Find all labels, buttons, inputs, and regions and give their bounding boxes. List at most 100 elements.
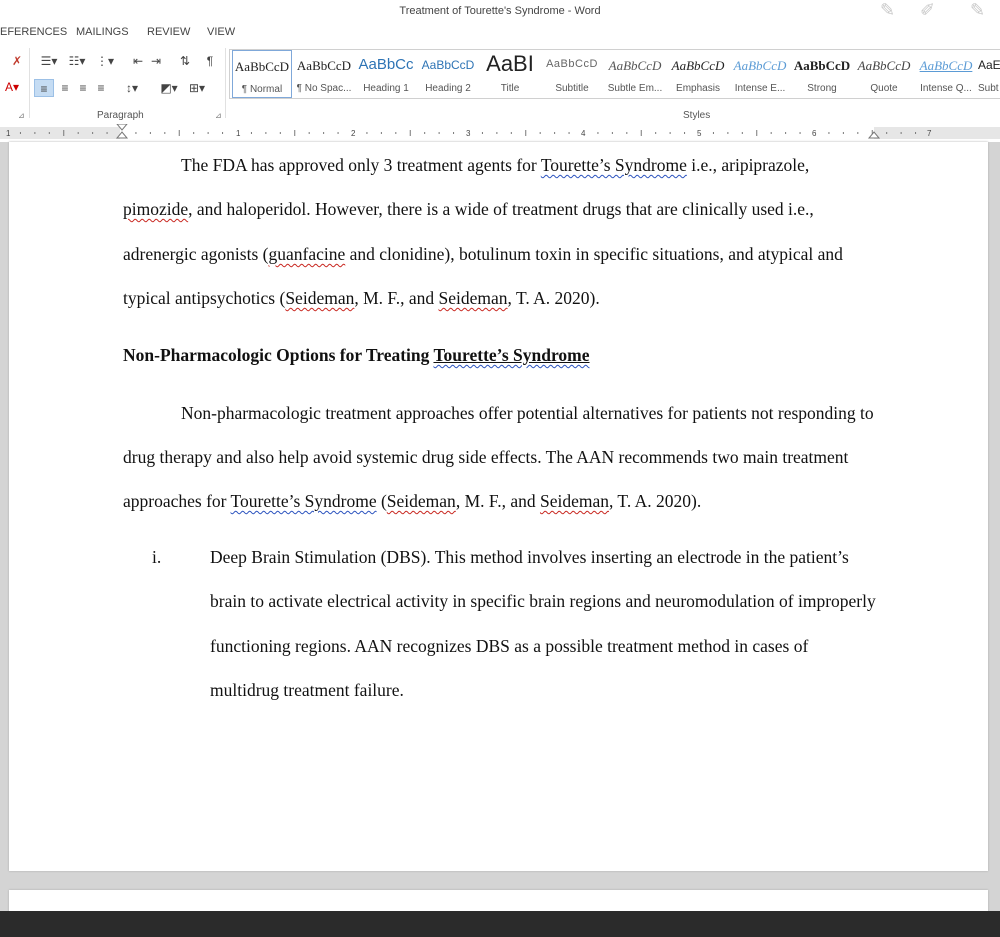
font-dialog-launcher-icon[interactable]: ⊿	[18, 111, 25, 120]
clear-formatting-icon[interactable]: ✗	[8, 52, 26, 70]
ribbon-separator	[225, 48, 226, 118]
style-name: Heading 1	[363, 83, 409, 94]
font-color-button[interactable]: A▾	[0, 78, 24, 96]
paragraph-line: The FDA has approved only 3 treatment ag…	[181, 155, 809, 176]
pencil-decoration-icon: ✎	[880, 0, 896, 21]
ribbon: ✗ A▾ ⊿ ☰▾ ☷▾ ⋮▾ ⇤ ⇥ ⇅ ¶ ≡ ≡ ≡ ≡ ↕▾ ◩▾ ⊞▾…	[0, 44, 1000, 125]
style-subtle-emphasis[interactable]: AaBbCcD Subtle Em...	[604, 50, 666, 98]
ruler-graphic: 1 1 2 3 4 5 6 7	[0, 124, 1000, 139]
style-preview: AaBbCcD	[733, 58, 787, 73]
pen-decoration-icon: ✐	[920, 0, 936, 21]
style-preview: AaBbCc	[358, 56, 414, 73]
shading-icon[interactable]: ◩▾	[156, 79, 182, 97]
justify-icon[interactable]: ≡	[92, 79, 110, 97]
sort-icon[interactable]: ⇅	[176, 52, 194, 70]
paragraph-line: drug therapy and also help avoid systemi…	[123, 447, 848, 468]
title-bar: Treatment of Tourette's Syndrome - Word …	[0, 0, 1000, 22]
bullets-icon[interactable]: ☰▾	[36, 52, 62, 70]
multilevel-list-icon[interactable]: ⋮▾	[92, 52, 118, 70]
style-strong[interactable]: AaBbCcD Strong	[792, 50, 852, 98]
horizontal-ruler[interactable]: 1 1 2 3 4 5 6 7	[0, 124, 1000, 143]
paragraph-line: pimozide, and haloperidol. However, ther…	[123, 199, 814, 220]
list-item-line: functioning regions. AAN recognizes DBS …	[210, 636, 808, 657]
text-run: approaches for	[123, 491, 231, 511]
style-name: Heading 2	[425, 83, 471, 94]
paragraph-line: typical antipsychotics (Seideman, M. F.,…	[123, 288, 600, 309]
style-title[interactable]: AaBI Title	[480, 50, 540, 98]
style-heading-1[interactable]: AaBbCc Heading 1	[356, 50, 416, 98]
ruler-number: 2	[351, 129, 356, 138]
style-subtle-reference[interactable]: AaE Subt	[978, 50, 1000, 98]
style-preview: AaBbCcD	[793, 58, 851, 73]
style-normal[interactable]: AaBbCcD ¶ Normal	[232, 50, 292, 98]
ruler-number: 7	[927, 129, 932, 138]
ruler-number: 5	[697, 129, 702, 138]
decrease-indent-icon[interactable]: ⇤	[130, 52, 146, 70]
style-preview: AaBI	[486, 51, 534, 76]
ruler-number: 3	[466, 129, 471, 138]
ruler-number: 4	[581, 129, 586, 138]
document-page[interactable]: The FDA has approved only 3 treatment ag…	[9, 142, 988, 871]
text-run: i.e., aripiprazole,	[686, 155, 810, 175]
text-run: drug therapy and also help avoid systemi…	[123, 447, 849, 467]
style-subtitle[interactable]: AaBbCcD Subtitle	[542, 50, 602, 98]
text-run: Non-Pharmacologic Options for Treating	[123, 345, 434, 365]
style-intense-quote[interactable]: AaBbCcD Intense Q...	[916, 50, 976, 98]
line-spacing-icon[interactable]: ↕▾	[118, 79, 146, 97]
styles-group-label: Styles	[683, 110, 711, 121]
style-name: Intense Q...	[920, 83, 972, 94]
text-run-grammar-flag: Tourette’s Syndrome	[540, 155, 687, 175]
style-preview: AaE	[978, 58, 1000, 72]
style-name: ¶ No Spac...	[296, 83, 352, 94]
text-run: multidrug treatment failure.	[210, 680, 404, 700]
text-run-grammar-flag: Tourette’s Syndrome	[433, 345, 590, 365]
text-run-spelling-flag: Seideman	[539, 491, 609, 511]
text-run-spelling-flag: guanfacine	[268, 244, 346, 264]
text-run: , T. A. 2020).	[507, 288, 600, 308]
style-preview: AaBbCcD	[857, 58, 911, 73]
text-run: functioning regions. AAN recognizes DBS …	[210, 636, 809, 656]
paragraph-line: adrenergic agonists (guanfacine and clon…	[123, 244, 843, 265]
style-name: Title	[500, 83, 520, 94]
paragraph-group-label: Paragraph	[97, 110, 144, 121]
align-center-icon[interactable]: ≡	[56, 79, 74, 97]
style-name: Emphasis	[676, 83, 720, 94]
style-name: Strong	[807, 83, 837, 94]
tab-mailings[interactable]: MAILINGS	[76, 26, 129, 38]
text-run: Non-pharmacologic treatment approaches o…	[181, 403, 874, 423]
increase-indent-icon[interactable]: ⇥	[148, 52, 164, 70]
text-run-spelling-flag: Seideman	[285, 288, 355, 308]
list-item-line: multidrug treatment failure.	[210, 680, 404, 701]
ruler-number: 1	[236, 129, 241, 138]
style-preview: AaBbCcD	[546, 58, 598, 70]
style-no-spacing[interactable]: AaBbCcD ¶ No Spac...	[294, 50, 354, 98]
text-run: (	[376, 491, 387, 511]
numbering-icon[interactable]: ☷▾	[64, 52, 90, 70]
align-right-icon[interactable]: ≡	[74, 79, 92, 97]
tab-references[interactable]: EFERENCES	[0, 26, 67, 38]
document-canvas[interactable]: The FDA has approved only 3 treatment ag…	[0, 142, 1000, 920]
ribbon-separator	[29, 48, 30, 118]
window-title: Treatment of Tourette's Syndrome - Word	[399, 5, 601, 17]
borders-icon[interactable]: ⊞▾	[184, 79, 210, 97]
style-heading-2[interactable]: AaBbCcD Heading 2	[418, 50, 478, 98]
text-run: , M. F., and	[354, 288, 439, 308]
style-intense-emphasis[interactable]: AaBbCcD Intense E...	[730, 50, 790, 98]
tab-review[interactable]: REVIEW	[147, 26, 190, 38]
align-left-icon[interactable]: ≡	[34, 79, 54, 97]
style-name: ¶ Normal	[241, 84, 283, 95]
style-preview: AaBbCcD	[919, 58, 973, 73]
pencil-decoration-icon: ✎	[970, 0, 986, 21]
status-bar	[0, 911, 1000, 937]
style-preview: AaBbCcD	[296, 58, 352, 73]
text-run: brain to activate electrical activity in…	[210, 591, 876, 611]
style-name: Quote	[870, 83, 898, 94]
tab-view[interactable]: VIEW	[207, 26, 235, 38]
style-preview: AaBbCcD	[608, 58, 662, 73]
list-item-line: Deep Brain Stimulation (DBS). This metho…	[210, 547, 849, 568]
text-run-spelling-flag: pimozide	[123, 199, 189, 219]
style-quote[interactable]: AaBbCcD Quote	[854, 50, 914, 98]
paragraph-dialog-launcher-icon[interactable]: ⊿	[215, 111, 222, 120]
show-formatting-icon[interactable]: ¶	[202, 52, 218, 70]
style-emphasis[interactable]: AaBbCcD Emphasis	[668, 50, 728, 98]
